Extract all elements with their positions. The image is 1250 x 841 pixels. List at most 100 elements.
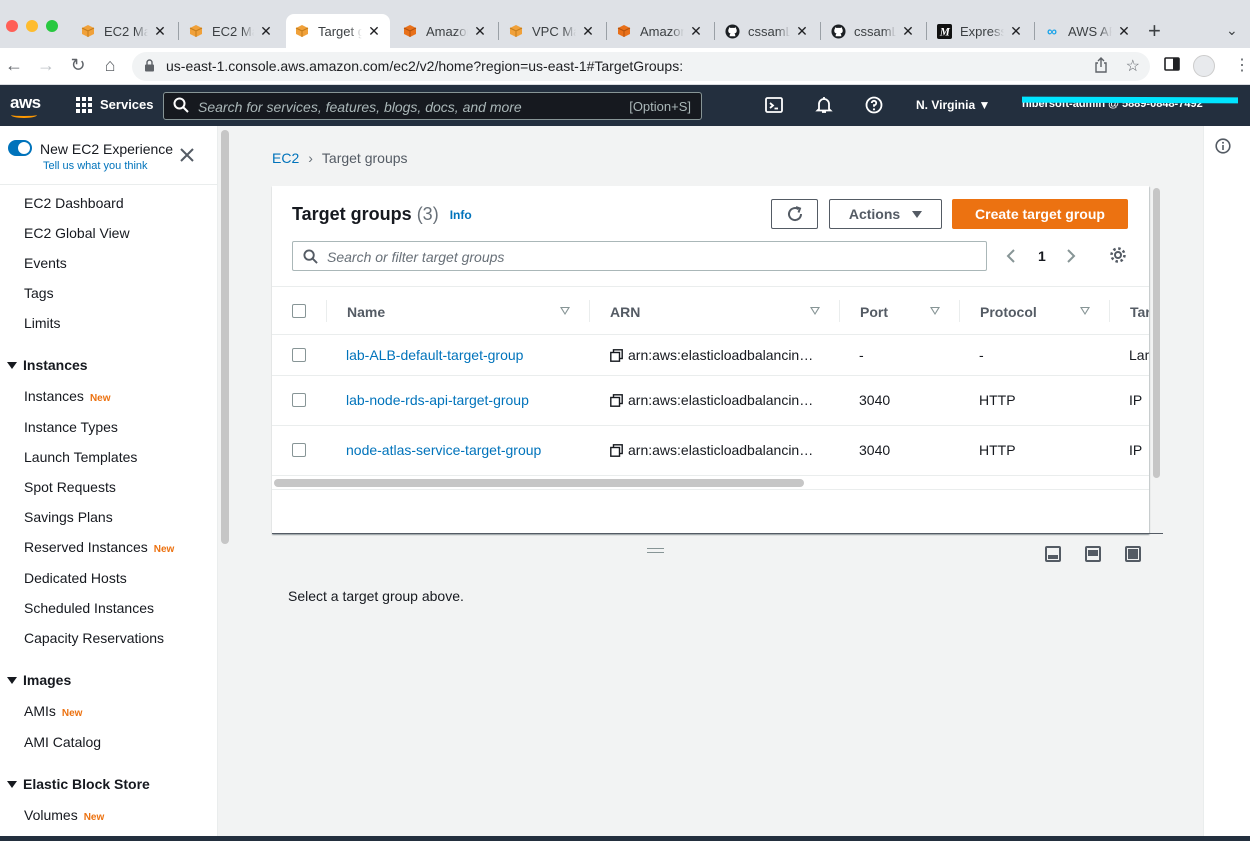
sort-icon[interactable] [810,307,820,315]
filter-input[interactable]: Search or filter target groups [292,241,987,271]
nav-events[interactable]: Events [24,255,67,271]
aws-logo[interactable]: aws [10,93,41,118]
close-tab-icon[interactable]: ✕ [152,23,168,40]
drag-handle-icon[interactable] [647,548,664,553]
nav-instances[interactable]: Instances New [24,388,111,404]
column-header-target-type[interactable]: Target type [1130,304,1149,320]
browser-tab[interactable]: VPC Management Console ✕ [500,14,604,48]
browser-tab[interactable]: cssamLab ✕ [822,14,924,48]
nav-savings-plans[interactable]: Savings Plans [24,509,113,525]
browser-tab[interactable]: Amazon RDS ✕ [394,14,496,48]
copy-icon[interactable] [610,349,624,363]
nav-scheduled-instances[interactable]: Scheduled Instances [24,600,154,616]
column-header-name[interactable]: Name [347,304,385,320]
select-all-checkbox[interactable] [292,304,306,318]
close-sidebar-icon[interactable] [178,146,196,164]
reload-icon[interactable]: ↻ [67,55,89,76]
settings-gear-icon[interactable] [1109,246,1127,267]
info-circle-icon[interactable] [1215,138,1231,159]
current-page-number[interactable]: 1 [1038,248,1046,264]
table-row[interactable]: lab-ALB-default-target-group arn:aws:ela… [272,335,1149,376]
nav-section-images[interactable]: Images [7,672,71,688]
url-bar[interactable]: us-east-1.console.aws.amazon.com/ec2/v2/… [132,52,1150,81]
close-tab-icon[interactable]: ✕ [1008,23,1024,40]
close-tab-icon[interactable]: ✕ [472,23,488,40]
row-checkbox[interactable] [292,443,306,457]
nav-ec2-global-view[interactable]: EC2 Global View [24,225,130,241]
column-header-protocol[interactable]: Protocol [980,304,1037,320]
layout-bottom-icon[interactable] [1045,546,1061,562]
close-tab-icon[interactable]: ✕ [900,23,916,40]
browser-tab[interactable]: EC2 Management Console ✕ [180,14,282,48]
create-target-group-button[interactable]: Create target group [952,199,1128,229]
copy-icon[interactable] [610,394,624,408]
feedback-link[interactable]: Tell us what you think [43,160,148,172]
region-selector[interactable]: N. Virginia ▼ [916,98,990,112]
nav-dedicated-hosts[interactable]: Dedicated Hosts [24,570,127,586]
horizontal-scrollbar[interactable] [274,479,804,487]
column-header-arn[interactable]: ARN [610,304,640,320]
notifications-bell-icon[interactable] [815,96,833,114]
target-group-name-link[interactable]: lab-ALB-default-target-group [346,347,523,363]
forward-arrow-icon[interactable]: → [35,55,57,76]
minimize-window-button[interactable] [26,20,38,32]
close-tab-icon[interactable]: ✕ [794,23,810,40]
close-tab-icon[interactable]: ✕ [258,23,274,40]
row-checkbox[interactable] [292,348,306,362]
sort-icon[interactable] [1080,307,1090,315]
close-tab-icon[interactable]: ✕ [366,23,382,40]
nav-section-elastic-block-store[interactable]: Elastic Block Store [7,776,150,792]
browser-tab-active[interactable]: Target groups | EC2 ✕ [286,14,390,48]
layout-full-icon[interactable] [1125,546,1141,562]
share-icon[interactable] [1094,57,1108,77]
back-arrow-icon[interactable]: ← [3,55,25,76]
breadcrumb-ec2-link[interactable]: EC2 [272,150,299,166]
close-tab-icon[interactable]: ✕ [1116,23,1132,40]
nav-ami-catalog[interactable]: AMI Catalog [24,734,101,750]
home-icon[interactable]: ⌂ [99,55,121,76]
panel-vertical-scrollbar[interactable] [1153,188,1160,478]
bookmark-star-icon[interactable]: ☆ [1126,56,1140,76]
nav-spot-requests[interactable]: Spot Requests [24,479,116,495]
browser-tab[interactable]: cssamLab ✕ [716,14,818,48]
help-icon[interactable] [865,96,883,114]
nav-reserved-instances[interactable]: Reserved Instances New [24,539,174,555]
profile-avatar[interactable] [1193,55,1215,77]
close-tab-icon[interactable]: ✕ [580,23,596,40]
refresh-button[interactable] [771,199,818,229]
services-grid-icon[interactable] [76,97,92,113]
info-link[interactable]: Info [450,208,472,222]
new-experience-toggle[interactable] [8,140,32,156]
more-vert-icon[interactable]: ⋮ [1234,55,1250,75]
copy-icon[interactable] [610,444,624,458]
previous-page-icon[interactable] [1006,248,1016,267]
chevron-down-icon[interactable]: ⌄ [1226,22,1238,39]
sort-icon[interactable] [560,307,570,315]
nav-volumes[interactable]: Volumes New [24,807,104,823]
nav-limits[interactable]: Limits [24,315,61,331]
close-window-button[interactable] [6,20,18,32]
browser-tab[interactable]: M Express ✕ [928,14,1032,48]
nav-capacity-reservations[interactable]: Capacity Reservations [24,630,164,646]
nav-section-instances[interactable]: Instances [7,357,88,373]
nav-ec2-dashboard[interactable]: EC2 Dashboard [24,195,124,211]
table-row[interactable]: node-atlas-service-target-group arn:aws:… [272,426,1149,476]
target-group-name-link[interactable]: node-atlas-service-target-group [346,442,541,458]
nav-launch-templates[interactable]: Launch Templates [24,449,137,465]
sidebar-scrollbar[interactable] [221,130,229,544]
nav-instance-types[interactable]: Instance Types [24,419,118,435]
close-tab-icon[interactable]: ✕ [688,23,704,40]
layout-middle-icon[interactable] [1085,546,1101,562]
actions-dropdown[interactable]: Actions [829,199,942,229]
zoom-window-button[interactable] [46,20,58,32]
cloudshell-icon[interactable] [765,96,783,114]
sidepanel-icon[interactable] [1164,57,1180,76]
browser-tab[interactable]: EC2 Management Console ✕ [72,14,176,48]
nav-tags[interactable]: Tags [24,285,54,301]
global-search-input[interactable]: Search for services, features, blogs, do… [163,92,702,120]
target-group-name-link[interactable]: lab-node-rds-api-target-group [346,392,529,408]
sort-icon[interactable] [930,307,940,315]
services-menu[interactable]: Services [100,97,154,112]
row-checkbox[interactable] [292,393,306,407]
browser-tab[interactable]: Amazon ECS ✕ [608,14,712,48]
